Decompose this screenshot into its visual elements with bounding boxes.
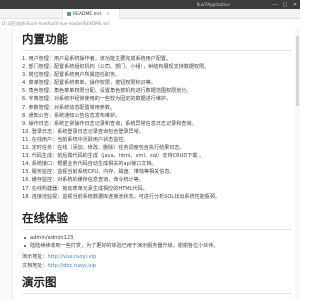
tab-label: README.md bbox=[73, 11, 101, 17]
demo-label: 演示地址： bbox=[22, 254, 48, 261]
list-item: 9. 操作日志：系统正常操作日志记录和查询；系统异常信息日志记录和查询。 bbox=[22, 120, 197, 127]
heading-features: 内置功能 bbox=[22, 31, 292, 51]
list-item: 1. 用户管理：用户是系统操作者，该功能主要完成系统用户配置。 bbox=[22, 56, 172, 62]
list-item: 6. 字典管理：对系统中经常使用的一些较为固定的数据进行维护。 bbox=[22, 96, 172, 103]
doc-address-line: 文档地址：http://doc.ruoyi.vip bbox=[22, 262, 292, 270]
markdown-file-icon bbox=[67, 12, 71, 16]
list-item: 16. 缓存监控：对系统的缓存信息查询，命令统计等。 bbox=[22, 177, 144, 184]
window-title: RuoYiApplication bbox=[196, 2, 230, 7]
demo-link[interactable]: http://vue.ruoyi.vip bbox=[47, 254, 96, 260]
list-item: 15. 服务监控：监视当前系统CPU、内存、磁盘、堆栈等相关信息。 bbox=[22, 169, 175, 176]
list-item: 7. 参数管理：对系统动态配置常用参数。 bbox=[22, 104, 116, 111]
heading-experience: 在线体验 bbox=[22, 210, 292, 230]
window-titlebar: RuoYiApplication — □ ✕ bbox=[0, 0, 300, 9]
list-item: 陆陆续续收到一些打赏，为了更好的体验已用于演示服务器升级。谢谢各位小伙伴。 bbox=[22, 242, 292, 250]
list-item: 11. 在线用户：当前系统中活跃用户状态监控。 bbox=[22, 136, 129, 143]
experience-list: admin/admin123 陆陆续续收到一些打赏，为了更好的体验已用于演示服务… bbox=[22, 234, 292, 251]
editor-tab-strip: README.md × bbox=[0, 9, 300, 19]
list-item: 10. 登录日志：系统登录日志记录查询包含登录异常。 bbox=[22, 128, 144, 135]
list-item: 2. 部门管理：配置系统组织机构（公司、部门、小组），树结构展现支持数据权限。 bbox=[22, 64, 210, 71]
close-window-icon[interactable]: ✕ bbox=[290, 0, 300, 9]
list-item: 5. 角色管理：角色菜单权限分配、设置角色按机构进行数据范围权限划分。 bbox=[22, 88, 192, 95]
vertical-scrollbar[interactable] bbox=[295, 28, 300, 300]
markdown-preview: 内置功能 1. 用户管理：用户是系统操作者，该功能主要完成系统用户配置。 2. … bbox=[22, 28, 292, 300]
heading-screenshots: 演示图 bbox=[22, 274, 292, 294]
feature-list: 1. 用户管理：用户是系统操作者，该功能主要完成系统用户配置。 2. 部门管理：… bbox=[22, 55, 292, 201]
tab-close-icon[interactable]: × bbox=[106, 12, 110, 17]
list-item: 12. 定时任务：在线（添加、修改、删除）任务调度包含执行结果日志。 bbox=[22, 145, 185, 152]
list-item: 13. 代码生成：前后端代码的生成（java、html、xml、sql）支持CR… bbox=[22, 153, 205, 160]
demo-address-line: 演示地址：http://vue.ruoyi.vip bbox=[22, 253, 292, 261]
list-item: 18. 连接池监视：监视当前系统数据库连接池状态，可进行分析SQL找出系统性能瓶… bbox=[22, 193, 221, 200]
maximize-icon[interactable]: □ bbox=[280, 0, 290, 9]
minimize-icon[interactable]: — bbox=[270, 0, 280, 9]
list-item: 17. 在线构建器：拖动表单元素生成相应的HTML代码。 bbox=[22, 185, 148, 192]
left-pane-sliver bbox=[0, 28, 13, 300]
list-item: 4. 菜单管理：配置系统菜单，操作权限，按钮权限标识等。 bbox=[22, 80, 156, 87]
breadcrumb[interactable]: D:\项目\若依\RuoYi-Vue\RuoYi-Vue-master\READ… bbox=[0, 19, 300, 28]
tab-readme[interactable]: README.md × bbox=[62, 9, 120, 19]
list-item: 8. 通知公告：系统通知公告信息发布维护。 bbox=[22, 112, 121, 119]
list-item: 14. 系统接口：根据业务代码自动生成相关的api接口文档。 bbox=[22, 161, 157, 168]
list-item: 3. 岗位管理：配置系统用户所属担任职务。 bbox=[22, 72, 121, 79]
doc-label: 文档地址： bbox=[22, 262, 48, 269]
doc-link[interactable]: http://doc.ruoyi.vip bbox=[47, 263, 96, 269]
scrollbar-thumb[interactable] bbox=[296, 36, 299, 106]
list-item: admin/admin123 bbox=[22, 234, 292, 242]
